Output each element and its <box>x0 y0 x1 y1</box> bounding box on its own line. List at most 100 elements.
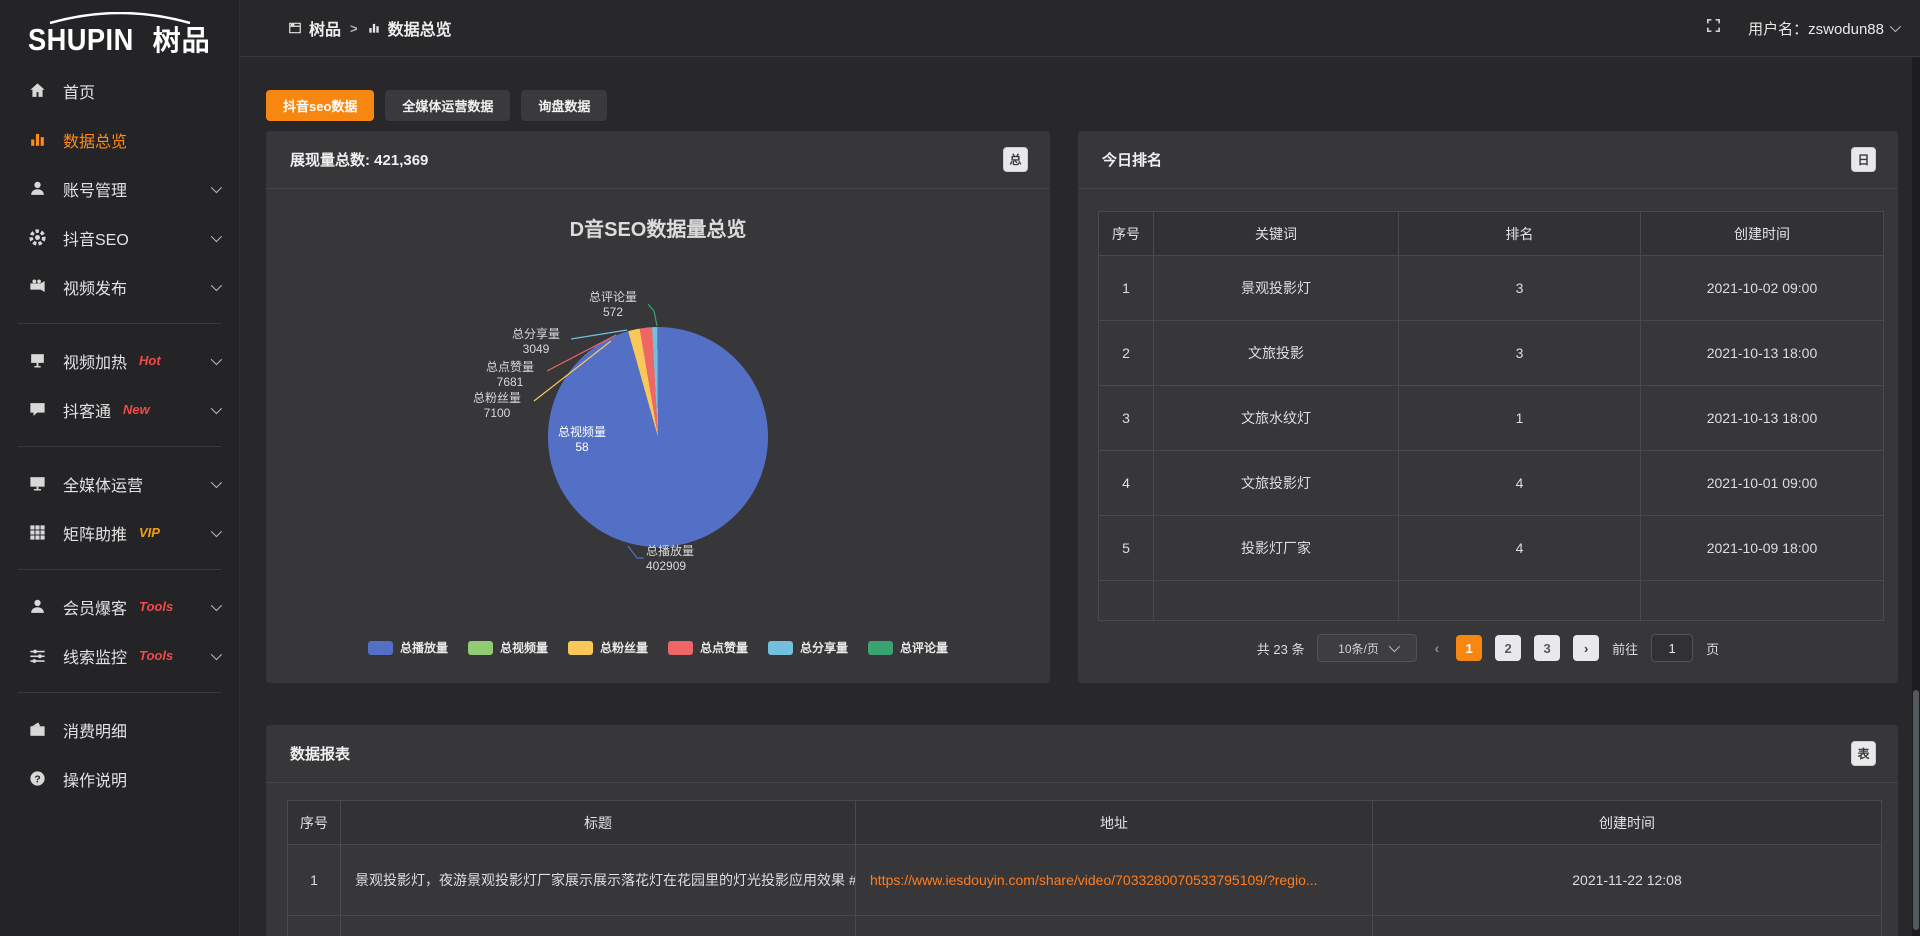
table-row[interactable]: 4文旅投影灯42021-10-01 09:00 <box>1099 451 1884 516</box>
sidebar: SHUPIN 树品 首页 数据总览 账号管理 抖音SEO 视频发布 <box>0 0 240 936</box>
data-tabs: 抖音seo数据 全媒体运营数据 询盘数据 <box>266 90 607 121</box>
table-toggle-button[interactable]: 表 <box>1851 741 1876 766</box>
sidebar-menu: 首页 数据总览 账号管理 抖音SEO 视频发布 视频加热 Hot <box>0 66 239 803</box>
chevron-down-icon <box>1890 21 1901 32</box>
app-logo[interactable]: SHUPIN 树品 <box>0 0 239 60</box>
ranking-table: 序号 关键词 排名 创建时间 1景观投影灯32021-10-02 09:00 2… <box>1098 211 1884 621</box>
page-button-2[interactable]: 2 <box>1495 635 1521 661</box>
sidebar-divider <box>18 569 221 570</box>
ranking-card-title: 今日排名 <box>1102 149 1162 170</box>
column-header: 关键词 <box>1154 212 1399 256</box>
video-camera-icon <box>28 277 47 296</box>
legend-swatch <box>368 641 393 655</box>
legend-item-videos[interactable]: 总视频量 <box>468 639 548 656</box>
chevron-down-icon <box>211 402 222 413</box>
fullscreen-icon[interactable] <box>1705 17 1722 39</box>
bar-chart-icon <box>28 130 47 149</box>
chart-legend: 总播放量 总视频量 总粉丝量 总点赞量 总分享量 总评论量 <box>266 639 1050 656</box>
pagination: 共 23 条 10条/页 ‹ 1 2 3 › 前往 1 页 <box>1078 634 1898 662</box>
table-row-partial <box>288 916 1882 936</box>
chart-title: D音SEO数据量总览 <box>266 213 1050 242</box>
sidebar-item-instructions[interactable]: ? 操作说明 <box>0 754 239 803</box>
table-row[interactable]: 1 景观投影灯，夜游景观投影灯厂家展示展示落花灯在花园里的灯光投影应用效果 # … <box>288 845 1882 916</box>
sidebar-item-label: 操作说明 <box>63 767 127 791</box>
sidebar-item-video-publish[interactable]: 视频发布 <box>0 262 239 311</box>
legend-item-plays[interactable]: 总播放量 <box>368 639 448 656</box>
legend-item-likes[interactable]: 总点赞量 <box>668 639 748 656</box>
sidebar-item-account[interactable]: 账号管理 <box>0 164 239 213</box>
sidebar-item-home[interactable]: 首页 <box>0 66 239 115</box>
window-icon <box>288 21 302 35</box>
legend-swatch <box>768 641 793 655</box>
monitor-icon <box>28 474 47 493</box>
chevron-down-icon <box>211 648 222 659</box>
page-button-3[interactable]: 3 <box>1534 635 1560 661</box>
sidebar-item-label: 消费明细 <box>63 718 127 742</box>
top-bar: 树品 > 数据总览 用户名：zswodun88 <box>240 0 1920 57</box>
chevron-down-icon <box>211 230 222 241</box>
sidebar-item-label: 视频发布 <box>63 275 127 299</box>
chevron-down-icon <box>1389 641 1400 652</box>
person-icon <box>28 597 47 616</box>
logo-text-cn: 树品 <box>153 27 211 55</box>
hot-badge: Hot <box>139 353 161 368</box>
breadcrumb-current[interactable]: 数据总览 <box>367 16 452 40</box>
page-size-select[interactable]: 10条/页 <box>1317 634 1417 662</box>
user-menu[interactable]: 用户名：zswodun88 <box>1748 18 1898 39</box>
new-badge: New <box>123 402 150 417</box>
table-row[interactable]: 5投影灯厂家42021-10-09 18:00 <box>1099 516 1884 581</box>
bar-chart-icon <box>367 21 381 35</box>
sidebar-item-data-overview[interactable]: 数据总览 <box>0 115 239 164</box>
legend-swatch <box>868 641 893 655</box>
overview-card: 展现量总数: 421,369 总 D音SEO数据量总览 总评论量572 总分享量… <box>266 131 1050 683</box>
legend-item-fans[interactable]: 总粉丝量 <box>568 639 648 656</box>
sidebar-item-lead-monitor[interactable]: 线索监控 Tools <box>0 631 239 680</box>
sidebar-item-consumption[interactable]: 消费明细 <box>0 705 239 754</box>
report-url-link[interactable]: https://www.iesdouyin.com/share/video/70… <box>856 845 1373 916</box>
total-toggle-button[interactable]: 总 <box>1003 147 1028 172</box>
chat-bubble-icon <box>28 400 47 419</box>
sidebar-item-matrix-boost[interactable]: 矩阵助推 VIP <box>0 508 239 557</box>
tab-inquiry-data[interactable]: 询盘数据 <box>521 90 607 121</box>
legend-item-comments[interactable]: 总评论量 <box>868 639 948 656</box>
prev-page-button[interactable]: ‹ <box>1430 640 1443 656</box>
sidebar-item-label: 首页 <box>63 79 95 103</box>
table-row[interactable]: 3文旅水纹灯12021-10-13 18:00 <box>1099 386 1884 451</box>
pie-label-likes: 总点赞量7681 <box>475 360 545 390</box>
sidebar-item-label: 会员爆客 <box>63 595 127 619</box>
vip-badge: VIP <box>139 525 160 540</box>
scrollbar-thumb[interactable] <box>1913 690 1919 930</box>
vertical-scrollbar[interactable] <box>1912 0 1920 936</box>
sidebar-item-member-burst[interactable]: 会员爆客 Tools <box>0 582 239 631</box>
tab-omnimedia-data[interactable]: 全媒体运营数据 <box>385 90 510 121</box>
table-row[interactable]: 1景观投影灯32021-10-02 09:00 <box>1099 256 1884 321</box>
page-button-1[interactable]: 1 <box>1456 635 1482 661</box>
chevron-down-icon <box>211 181 222 192</box>
legend-swatch <box>468 641 493 655</box>
sidebar-item-doukeTong[interactable]: 抖客通 New <box>0 385 239 434</box>
page-size-value: 10条/页 <box>1338 640 1379 657</box>
sidebar-item-douyin-seo[interactable]: 抖音SEO <box>0 213 239 262</box>
column-header: 序号 <box>288 801 341 845</box>
sidebar-item-video-heat[interactable]: 视频加热 Hot <box>0 336 239 385</box>
tab-douyin-seo[interactable]: 抖音seo数据 <box>266 90 374 121</box>
sidebar-item-label: 矩阵助推 <box>63 521 127 545</box>
sliders-icon <box>28 646 47 665</box>
breadcrumb-label: 数据总览 <box>388 16 452 40</box>
home-icon <box>28 81 47 100</box>
table-row[interactable]: 2文旅投影32021-10-13 18:00 <box>1099 321 1884 386</box>
user-icon <box>28 179 47 198</box>
chevron-down-icon <box>211 353 222 364</box>
breadcrumb-home[interactable]: 树品 <box>288 16 341 40</box>
column-header: 序号 <box>1099 212 1154 256</box>
goto-page-input[interactable]: 1 <box>1651 634 1693 662</box>
sidebar-item-label: 视频加热 <box>63 349 127 373</box>
next-page-button[interactable]: › <box>1573 635 1599 661</box>
pie-label-videos: 总视频量58 <box>542 425 622 455</box>
day-toggle-button[interactable]: 日 <box>1851 147 1876 172</box>
pie-label-fans: 总粉丝量7100 <box>462 391 532 421</box>
tools-badge: Tools <box>139 599 173 614</box>
legend-item-shares[interactable]: 总分享量 <box>768 639 848 656</box>
report-table: 序号 标题 地址 创建时间 1 景观投影灯，夜游景观投影灯厂家展示展示落花灯在花… <box>287 800 1882 936</box>
sidebar-item-omnimedia[interactable]: 全媒体运营 <box>0 459 239 508</box>
